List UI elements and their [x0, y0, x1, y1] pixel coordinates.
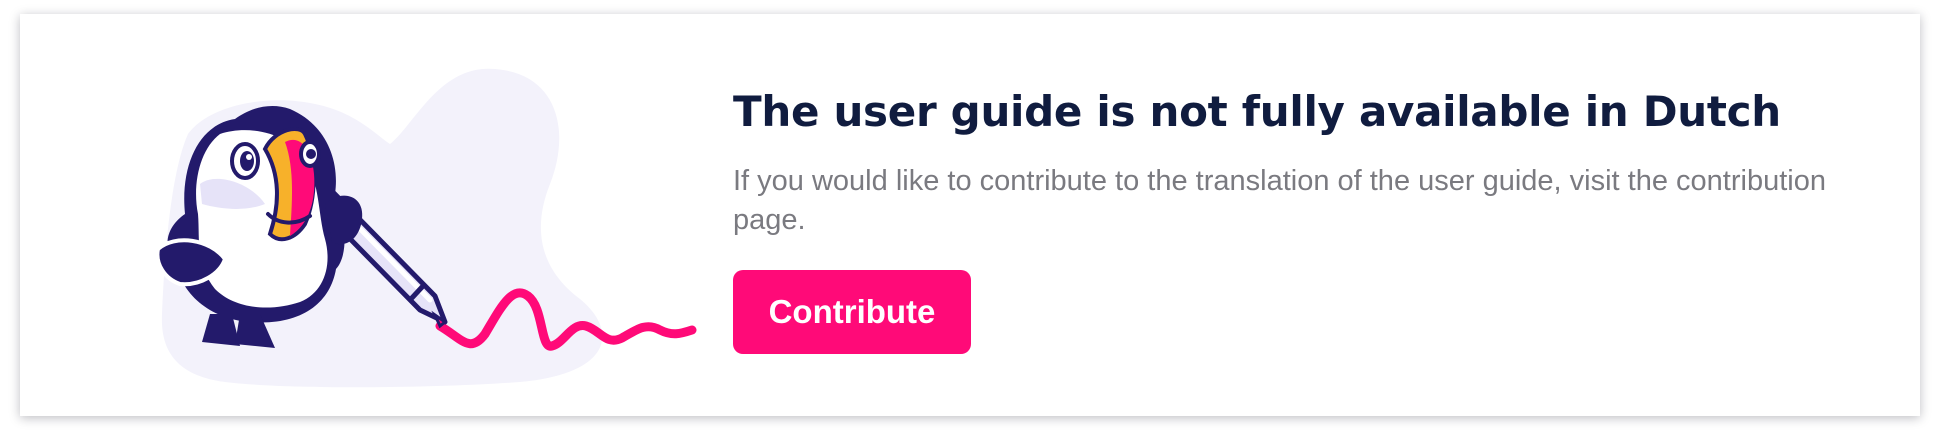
contribute-button[interactable]: Contribute	[733, 270, 971, 354]
notice-message: If you would like to contribute to the t…	[733, 165, 1826, 236]
notice-title: The user guide is not fully available in…	[733, 87, 1781, 136]
notice-content: The user guide is not fully available in…	[733, 84, 1893, 354]
untranslated-guide-notice: The user guide is not fully available in…	[20, 14, 1920, 416]
puffin-writing-illustration	[140, 64, 700, 394]
